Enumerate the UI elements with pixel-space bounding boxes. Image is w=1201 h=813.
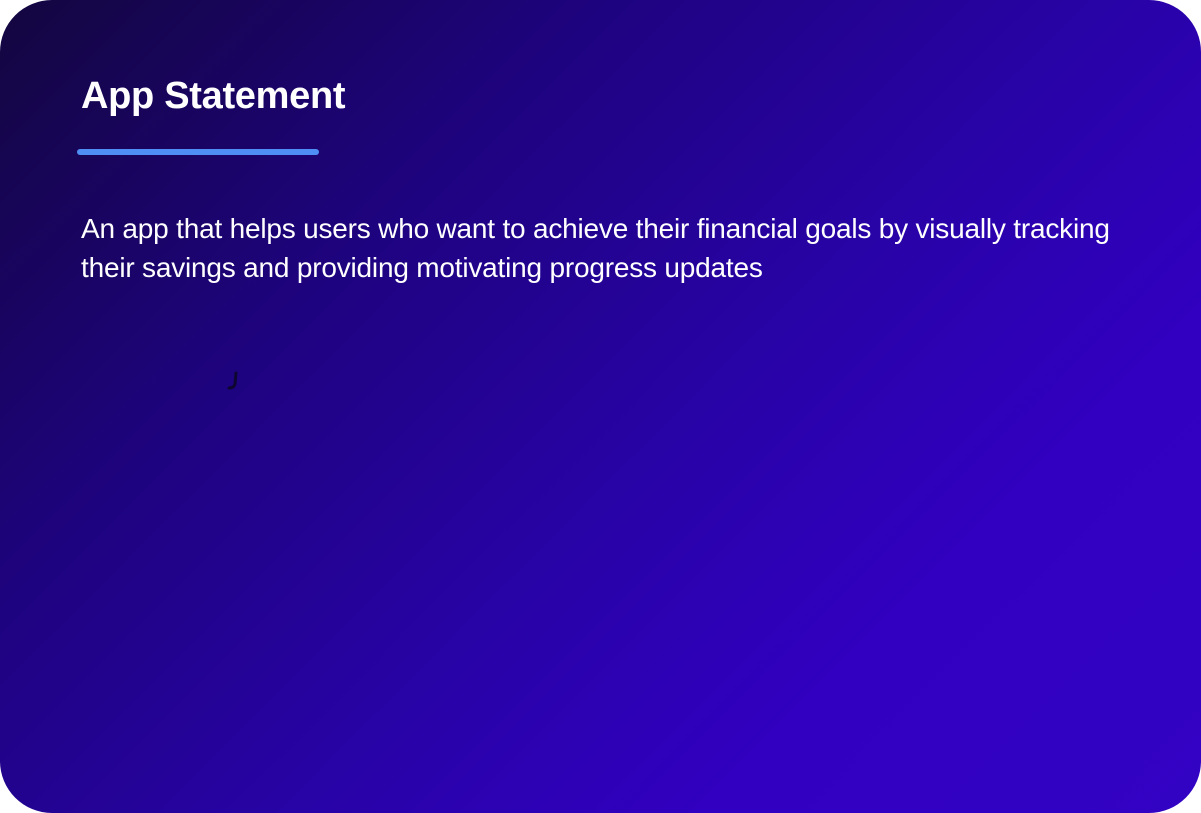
app-statement-text: An app that helps users who want to achi…: [81, 213, 1110, 283]
title-underline: [77, 149, 319, 155]
card-title: App Statement: [81, 75, 346, 117]
text-cursor-mark-icon: [227, 371, 238, 390]
app-statement-card: App Statement An app that helps users wh…: [0, 0, 1201, 813]
